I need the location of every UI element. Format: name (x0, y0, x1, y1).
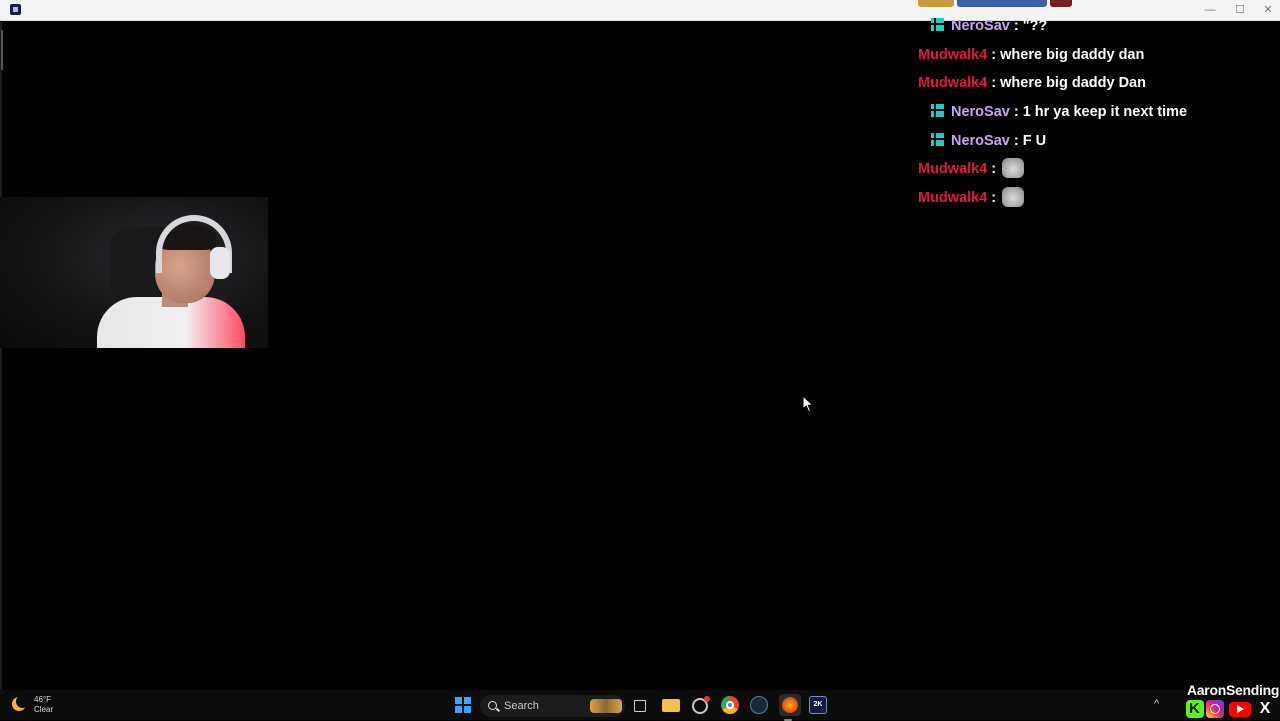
start-button[interactable] (455, 697, 471, 713)
weather-condition: Clear (34, 705, 54, 714)
chat-message: Mudwalk4: (918, 187, 1025, 209)
chat-separator: : (991, 161, 997, 177)
file-explorer-icon[interactable] (662, 699, 680, 712)
chat-message: NeroSav: F U (931, 130, 1046, 152)
task-view-icon[interactable] (634, 700, 646, 712)
chat-separator: : (1013, 104, 1019, 120)
nba2k-icon[interactable]: 2K (809, 696, 827, 714)
chat-separator: : (991, 75, 997, 91)
chat-separator: : (991, 190, 997, 206)
windows-logo-icon (455, 697, 462, 704)
chat-separator: : (1013, 133, 1019, 149)
subscriber-badge-icon (931, 104, 944, 117)
chat-username: NeroSav (951, 133, 1010, 149)
ring-app-icon[interactable] (692, 696, 710, 714)
chat-username: Mudwalk4 (918, 47, 988, 63)
chat-message: NeroSav:1 hr ya keep it next time (931, 101, 1187, 123)
tray-overflow-chevron-icon[interactable]: ^ (1154, 698, 1159, 710)
chat-message-text: 1 hr ya keep it next time (1022, 104, 1188, 120)
chat-message: Mudwalk4: where big daddy dan (918, 44, 1144, 66)
kick-icon (1186, 700, 1204, 718)
chat-message-text: F U (1022, 133, 1047, 149)
chat-message-text: where big daddy Dan (1000, 75, 1146, 91)
obs-icon[interactable] (779, 694, 801, 721)
chat-overlay: NeroSav: "?? Mudwalk4: where big daddy dan M… (0, 0, 1280, 220)
cat-emote-icon (1002, 187, 1025, 207)
taskbar-search[interactable]: Search (480, 695, 625, 717)
weather-temp: 46°F (34, 695, 51, 704)
chat-username: Mudwalk4 (918, 75, 988, 91)
chat-username: Mudwalk4 (918, 190, 988, 206)
chat-separator: : (991, 47, 997, 63)
chat-message: NeroSav: "?? (931, 15, 1047, 37)
headset-earcup (210, 247, 230, 279)
instagram-icon (1206, 700, 1224, 718)
chat-username: NeroSav (951, 104, 1010, 120)
chat-separator: : (1013, 18, 1019, 34)
cat-emote-icon (1002, 158, 1025, 178)
chat-message: Mudwalk4: (918, 158, 1025, 180)
streamer-name: AaronSending (1187, 682, 1280, 698)
taskbar: 46°F Clear Search 2K ^ (0, 690, 1280, 721)
steam-icon[interactable] (750, 696, 768, 714)
chat-username: NeroSav (951, 18, 1010, 34)
chat-username: Mudwalk4 (918, 161, 988, 177)
chrome-icon[interactable] (721, 696, 739, 714)
subscriber-badge-icon (931, 18, 944, 31)
search-highlight-icon (590, 699, 622, 713)
subscriber-badge-icon (931, 133, 944, 146)
webcam-feed (0, 197, 268, 348)
search-label: Search (504, 700, 539, 712)
chat-message-text: where big daddy dan (1000, 47, 1145, 63)
chat-message-text: "?? (1022, 18, 1048, 34)
youtube-icon (1229, 702, 1251, 717)
moon-icon (12, 695, 29, 711)
weather-widget[interactable]: 46°F Clear (12, 694, 72, 716)
chat-message: Mudwalk4: where big daddy Dan (918, 72, 1146, 94)
x-icon: X (1259, 700, 1271, 717)
search-icon (488, 701, 497, 710)
